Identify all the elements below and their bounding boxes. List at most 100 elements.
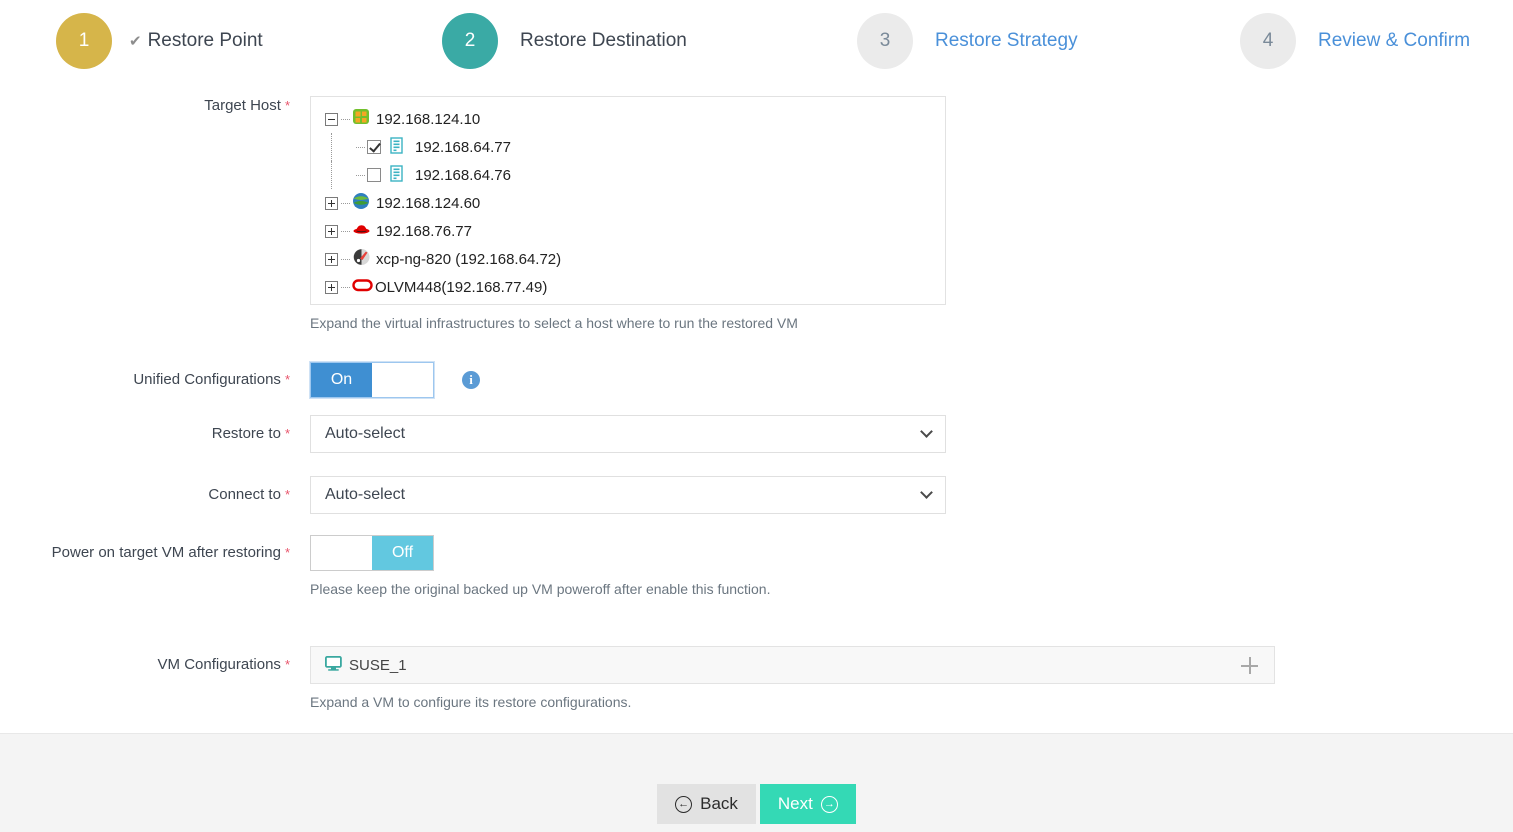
required-marker: * [284, 98, 290, 113]
field-power-on-target-vm: Power on target VM after restoring * Off … [0, 535, 770, 598]
connect-to-value: Auto-select [325, 486, 406, 503]
step-number-badge: 2 [442, 13, 498, 69]
expand-expander-icon[interactable] [325, 196, 338, 210]
tree-node[interactable]: xcp-ng-820 (192.168.64.72) [325, 245, 945, 273]
vm-configurations-helper-text: Expand a VM to configure its restore con… [310, 694, 632, 710]
target-host-label: Target Host * [0, 96, 290, 116]
required-marker: * [284, 487, 290, 502]
field-restore-to: Restore to * Auto-select [0, 415, 946, 453]
power-on-label: Power on target VM after restoring * [0, 535, 290, 571]
wizard-step-label: Restore Point [147, 30, 263, 51]
wizard-steps: 1 ✔ Restore Point 2 Restore Destination … [0, 0, 1513, 82]
label-text: Power on target VM after restoring [51, 544, 281, 561]
wizard-step-label: Review & Confirm [1318, 30, 1471, 51]
tree-connector [341, 286, 350, 288]
unified-configurations-toggle[interactable]: On [310, 362, 434, 398]
chevron-down-icon [920, 424, 933, 438]
tree-connector [341, 118, 350, 120]
collapse-expander-icon[interactable] [325, 112, 338, 126]
tree-connector [331, 161, 332, 189]
wizard-step-restore-strategy[interactable]: 3 Restore Strategy [857, 13, 1078, 69]
step-number-badge: 1 [56, 13, 112, 69]
connect-to-label: Connect to * [0, 476, 290, 514]
toggle-on-label[interactable]: On [311, 363, 372, 397]
power-on-toggle[interactable]: Off [310, 535, 434, 571]
back-button[interactable]: ← Back [657, 784, 756, 824]
step-number-badge: 4 [1240, 13, 1296, 69]
label-text: VM Configurations [157, 656, 281, 673]
esxi-host-icon [390, 164, 404, 186]
vm-configurations-row[interactable]: SUSE_1 [310, 646, 1275, 684]
unified-configurations-label: Unified Configurations * [0, 362, 290, 398]
xcp-ng-icon [352, 248, 371, 270]
tree-node-label: 192.168.76.77 [376, 222, 472, 240]
power-on-helper-text: Please keep the original backed up VM po… [310, 581, 771, 597]
expand-expander-icon[interactable] [325, 224, 338, 238]
required-marker: * [284, 426, 290, 441]
unified-configurations-control: On i [310, 362, 480, 398]
chevron-down-icon [920, 485, 933, 499]
restore-destination-form: Target Host * 192.168.124.10 192.168.64.… [0, 82, 1513, 732]
tree-node-label: OLVM448(192.168.77.49) [375, 278, 548, 296]
tree-node-checkbox[interactable] [367, 168, 381, 182]
redhat-icon [352, 220, 371, 242]
tree-connector [341, 230, 350, 232]
expand-expander-icon[interactable] [325, 252, 338, 266]
target-host-helper-text: Expand the virtual infrastructures to se… [310, 315, 798, 331]
wizard-step-restore-destination[interactable]: 2 Restore Destination [442, 13, 687, 69]
wizard-step-label: Restore Strategy [935, 30, 1078, 51]
field-vm-configurations: VM Configurations * SUSE_1 Expand a VM to… [0, 646, 1275, 711]
vm-name: SUSE_1 [349, 656, 407, 674]
next-button[interactable]: Next → [759, 784, 856, 824]
tree-node[interactable]: 192.168.124.10 [325, 105, 945, 133]
monitor-icon [324, 655, 342, 675]
tree-node[interactable]: OLVM448(192.168.77.49) [325, 273, 945, 301]
restore-to-control: Auto-select [310, 415, 946, 453]
wizard-step-label: Restore Destination [520, 30, 687, 51]
label-text: Connect to [208, 486, 281, 503]
arrow-left-icon: ← [675, 795, 693, 813]
tree-connector [341, 202, 350, 204]
field-unified-configurations: Unified Configurations * On i [0, 362, 480, 398]
required-marker: * [284, 372, 290, 387]
oracle-olvm-icon [352, 276, 374, 298]
wizard-step-review-confirm[interactable]: 4 Review & Confirm [1240, 13, 1470, 69]
tree-node-label: 192.168.64.76 [415, 166, 511, 184]
wizard-step-restore-point[interactable]: 1 ✔ Restore Point [56, 13, 263, 69]
next-button-label: Next [777, 794, 813, 813]
expand-vm-plus-icon[interactable] [1241, 656, 1258, 674]
tree-node[interactable]: 192.168.76.77 [325, 217, 945, 245]
arrow-right-icon: → [820, 795, 838, 813]
tree-connector [331, 133, 332, 161]
step-number-badge: 3 [857, 13, 913, 69]
tree-connector [341, 258, 350, 260]
connect-to-select[interactable]: Auto-select [310, 476, 946, 514]
target-host-control: 192.168.124.10 192.168.64.77 192.168.64.… [310, 96, 946, 332]
restore-to-value: Auto-select [325, 425, 406, 442]
tree-connector [356, 174, 365, 176]
expand-expander-icon[interactable] [325, 280, 338, 294]
back-button-label: Back [700, 794, 738, 813]
tree-node[interactable]: 192.168.64.76 [325, 161, 945, 189]
vmware-cluster-icon [352, 108, 371, 130]
tree-connector [356, 146, 365, 148]
label-text: Restore to [211, 425, 281, 442]
restore-to-label: Restore to * [0, 415, 290, 453]
tree-node-checkbox[interactable] [367, 140, 381, 154]
tree-node[interactable]: 192.168.64.77 [325, 133, 945, 161]
wizard-footer: ← Back Next → [0, 733, 1513, 832]
info-icon[interactable]: i [462, 371, 480, 389]
vm-configurations-label: VM Configurations * [0, 646, 290, 684]
tree-node-label: 192.168.124.10 [376, 110, 481, 128]
label-text: Target Host [204, 97, 281, 114]
tree-node-label: 192.168.64.77 [415, 138, 511, 156]
target-host-tree[interactable]: 192.168.124.10 192.168.64.77 192.168.64.… [310, 96, 946, 305]
toggle-off-label[interactable] [372, 363, 433, 397]
esxi-host-icon [390, 136, 404, 158]
restore-to-select[interactable]: Auto-select [310, 415, 946, 453]
toggle-on-label[interactable] [311, 536, 372, 570]
required-marker: * [284, 657, 290, 672]
tree-node[interactable]: 192.168.124.60 [325, 189, 945, 217]
tree-node-label: 192.168.124.60 [376, 194, 481, 212]
toggle-off-label[interactable]: Off [372, 536, 433, 570]
